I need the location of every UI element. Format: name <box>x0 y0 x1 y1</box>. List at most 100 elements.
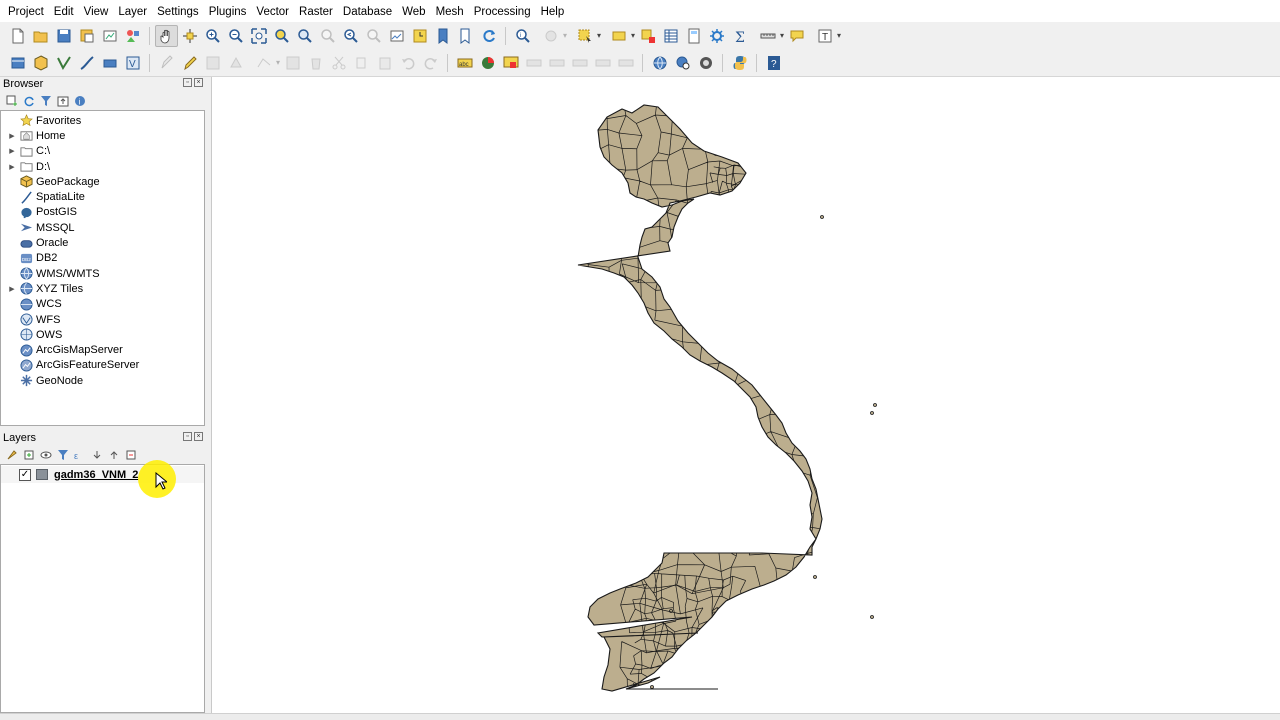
browser-item-wfs[interactable]: WFS <box>1 312 204 327</box>
menu-edit[interactable]: Edit <box>49 0 79 24</box>
vertex-tool-icon[interactable] <box>247 52 281 74</box>
quickmapservices-icon[interactable] <box>694 52 717 74</box>
menu-layer[interactable]: Layer <box>113 0 152 24</box>
refresh-icon[interactable] <box>477 25 500 47</box>
toggle-editing-pencil-icon[interactable] <box>178 52 201 74</box>
copy-features-icon[interactable] <box>350 52 373 74</box>
layer-visibility-checkbox[interactable]: ✓ <box>19 468 31 481</box>
measure-line-icon[interactable] <box>751 25 785 47</box>
browser-item-d[interactable]: ▶ D:\ <box>1 159 204 174</box>
text-annotation-icon[interactable]: T <box>808 25 842 47</box>
browser-item-geopackage[interactable]: GeoPackage <box>1 174 204 189</box>
pan-to-selection-icon[interactable] <box>178 25 201 47</box>
expand-arrow-icon[interactable]: ▶ <box>5 132 19 140</box>
zoom-out-icon[interactable] <box>224 25 247 47</box>
menu-web[interactable]: Web <box>397 0 430 24</box>
metasearch-search-icon[interactable] <box>671 52 694 74</box>
open-project-icon[interactable] <box>29 25 52 47</box>
select-by-value-icon[interactable] <box>602 25 636 47</box>
statistics-sigma-icon[interactable]: Σ <box>728 25 751 47</box>
pin-labels-icon[interactable] <box>522 52 545 74</box>
remove-layer-icon[interactable] <box>123 447 138 462</box>
collapse-all-icon[interactable] <box>106 447 121 462</box>
new-shapefile-layer-icon[interactable] <box>52 52 75 74</box>
expand-arrow-icon[interactable]: ▶ <box>5 163 19 171</box>
select-features-icon[interactable] <box>568 25 602 47</box>
add-feature-icon[interactable] <box>224 52 247 74</box>
add-selected-layers-icon[interactable] <box>4 93 19 108</box>
save-as-icon[interactable] <box>75 25 98 47</box>
menu-vector[interactable]: Vector <box>251 0 294 24</box>
label-toolbar-abc-icon[interactable]: abc <box>453 52 476 74</box>
metasearch-globe-icon[interactable] <box>648 52 671 74</box>
highlight-pinned-labels-icon[interactable] <box>499 52 522 74</box>
menu-mesh[interactable]: Mesh <box>431 0 469 24</box>
zoom-native-icon[interactable] <box>316 25 339 47</box>
menu-database[interactable]: Database <box>338 0 397 24</box>
browser-item-postgis[interactable]: PostGIS <box>1 205 204 220</box>
layer-name[interactable]: gadm36_VNM_2 <box>54 469 138 481</box>
menu-plugins[interactable]: Plugins <box>204 0 252 24</box>
save-edits-icon[interactable] <box>201 52 224 74</box>
map-tips-icon[interactable] <box>785 25 808 47</box>
zoom-next-icon[interactable] <box>362 25 385 47</box>
undo-icon[interactable] <box>396 52 419 74</box>
paste-features-icon[interactable] <box>373 52 396 74</box>
zoom-to-layer-icon[interactable] <box>293 25 316 47</box>
new-project-icon[interactable] <box>6 25 29 47</box>
browser-item-arcgisfeatureserver[interactable]: ArcGisFeatureServer <box>1 358 204 373</box>
run-feature-action-icon[interactable] <box>534 25 568 47</box>
zoom-to-selection-icon[interactable] <box>270 25 293 47</box>
filter-by-expression-icon[interactable]: ε <box>72 447 87 462</box>
new-bookmark-icon[interactable] <box>431 25 454 47</box>
browser-item-geonode[interactable]: GeoNode <box>1 373 204 388</box>
add-group-icon[interactable] <box>21 447 36 462</box>
browser-item-arcgismapserver[interactable]: ArcGisMapServer <box>1 342 204 357</box>
zoom-in-icon[interactable] <box>201 25 224 47</box>
collapse-all-icon[interactable] <box>55 93 70 108</box>
refresh-browser-icon[interactable] <box>21 93 36 108</box>
move-label-icon[interactable] <box>568 52 591 74</box>
browser-item-xyz-tiles[interactable]: ▶ XYZ Tiles <box>1 281 204 296</box>
browser-item-home[interactable]: ▶ Home <box>1 128 204 143</box>
menu-project[interactable]: Project <box>3 0 49 24</box>
properties-info-icon[interactable]: i <box>72 93 87 108</box>
expand-all-icon[interactable] <box>89 447 104 462</box>
temporal-controller-icon[interactable] <box>408 25 431 47</box>
rotate-label-icon[interactable] <box>591 52 614 74</box>
float-panel-icon[interactable]: ▫ <box>183 78 192 87</box>
browser-item-mssql[interactable]: MSSQL <box>1 220 204 235</box>
menu-view[interactable]: View <box>79 0 114 24</box>
new-map-view-icon[interactable] <box>385 25 408 47</box>
zoom-full-icon[interactable] <box>247 25 270 47</box>
menu-settings[interactable]: Settings <box>152 0 204 24</box>
processing-toolbox-icon[interactable] <box>705 25 728 47</box>
menu-processing[interactable]: Processing <box>469 0 536 24</box>
expand-arrow-icon[interactable]: ▶ <box>5 147 19 155</box>
menu-raster[interactable]: Raster <box>294 0 338 24</box>
filter-browser-icon[interactable] <box>38 93 53 108</box>
close-panel-icon[interactable]: × <box>194 432 203 441</box>
float-panel-icon[interactable]: ▫ <box>183 432 192 441</box>
filter-legend-icon[interactable] <box>55 447 70 462</box>
expand-arrow-icon[interactable]: ▶ <box>5 285 19 293</box>
field-calculator-icon[interactable] <box>682 25 705 47</box>
new-memory-layer-icon[interactable] <box>98 52 121 74</box>
zoom-last-icon[interactable] <box>339 25 362 47</box>
style-manager-icon[interactable] <box>121 25 144 47</box>
browser-item-db2[interactable]: DB2 DB2 <box>1 251 204 266</box>
cut-features-icon[interactable] <box>327 52 350 74</box>
browser-item-ows[interactable]: OWS <box>1 327 204 342</box>
browser-item-c[interactable]: ▶ C:\ <box>1 144 204 159</box>
pan-map-hand-icon[interactable] <box>155 25 178 47</box>
browser-item-favorites[interactable]: Favorites <box>1 113 204 128</box>
map-canvas[interactable] <box>211 77 1280 713</box>
redo-icon[interactable] <box>419 52 442 74</box>
close-panel-icon[interactable]: × <box>194 78 203 87</box>
deselect-all-icon[interactable] <box>636 25 659 47</box>
new-spatialite-layer-icon[interactable] <box>75 52 98 74</box>
print-layout-icon[interactable] <box>98 25 121 47</box>
new-virtual-layer-icon[interactable]: V <box>121 52 144 74</box>
manage-map-themes-icon[interactable] <box>38 447 53 462</box>
show-hide-labels-icon[interactable] <box>545 52 568 74</box>
